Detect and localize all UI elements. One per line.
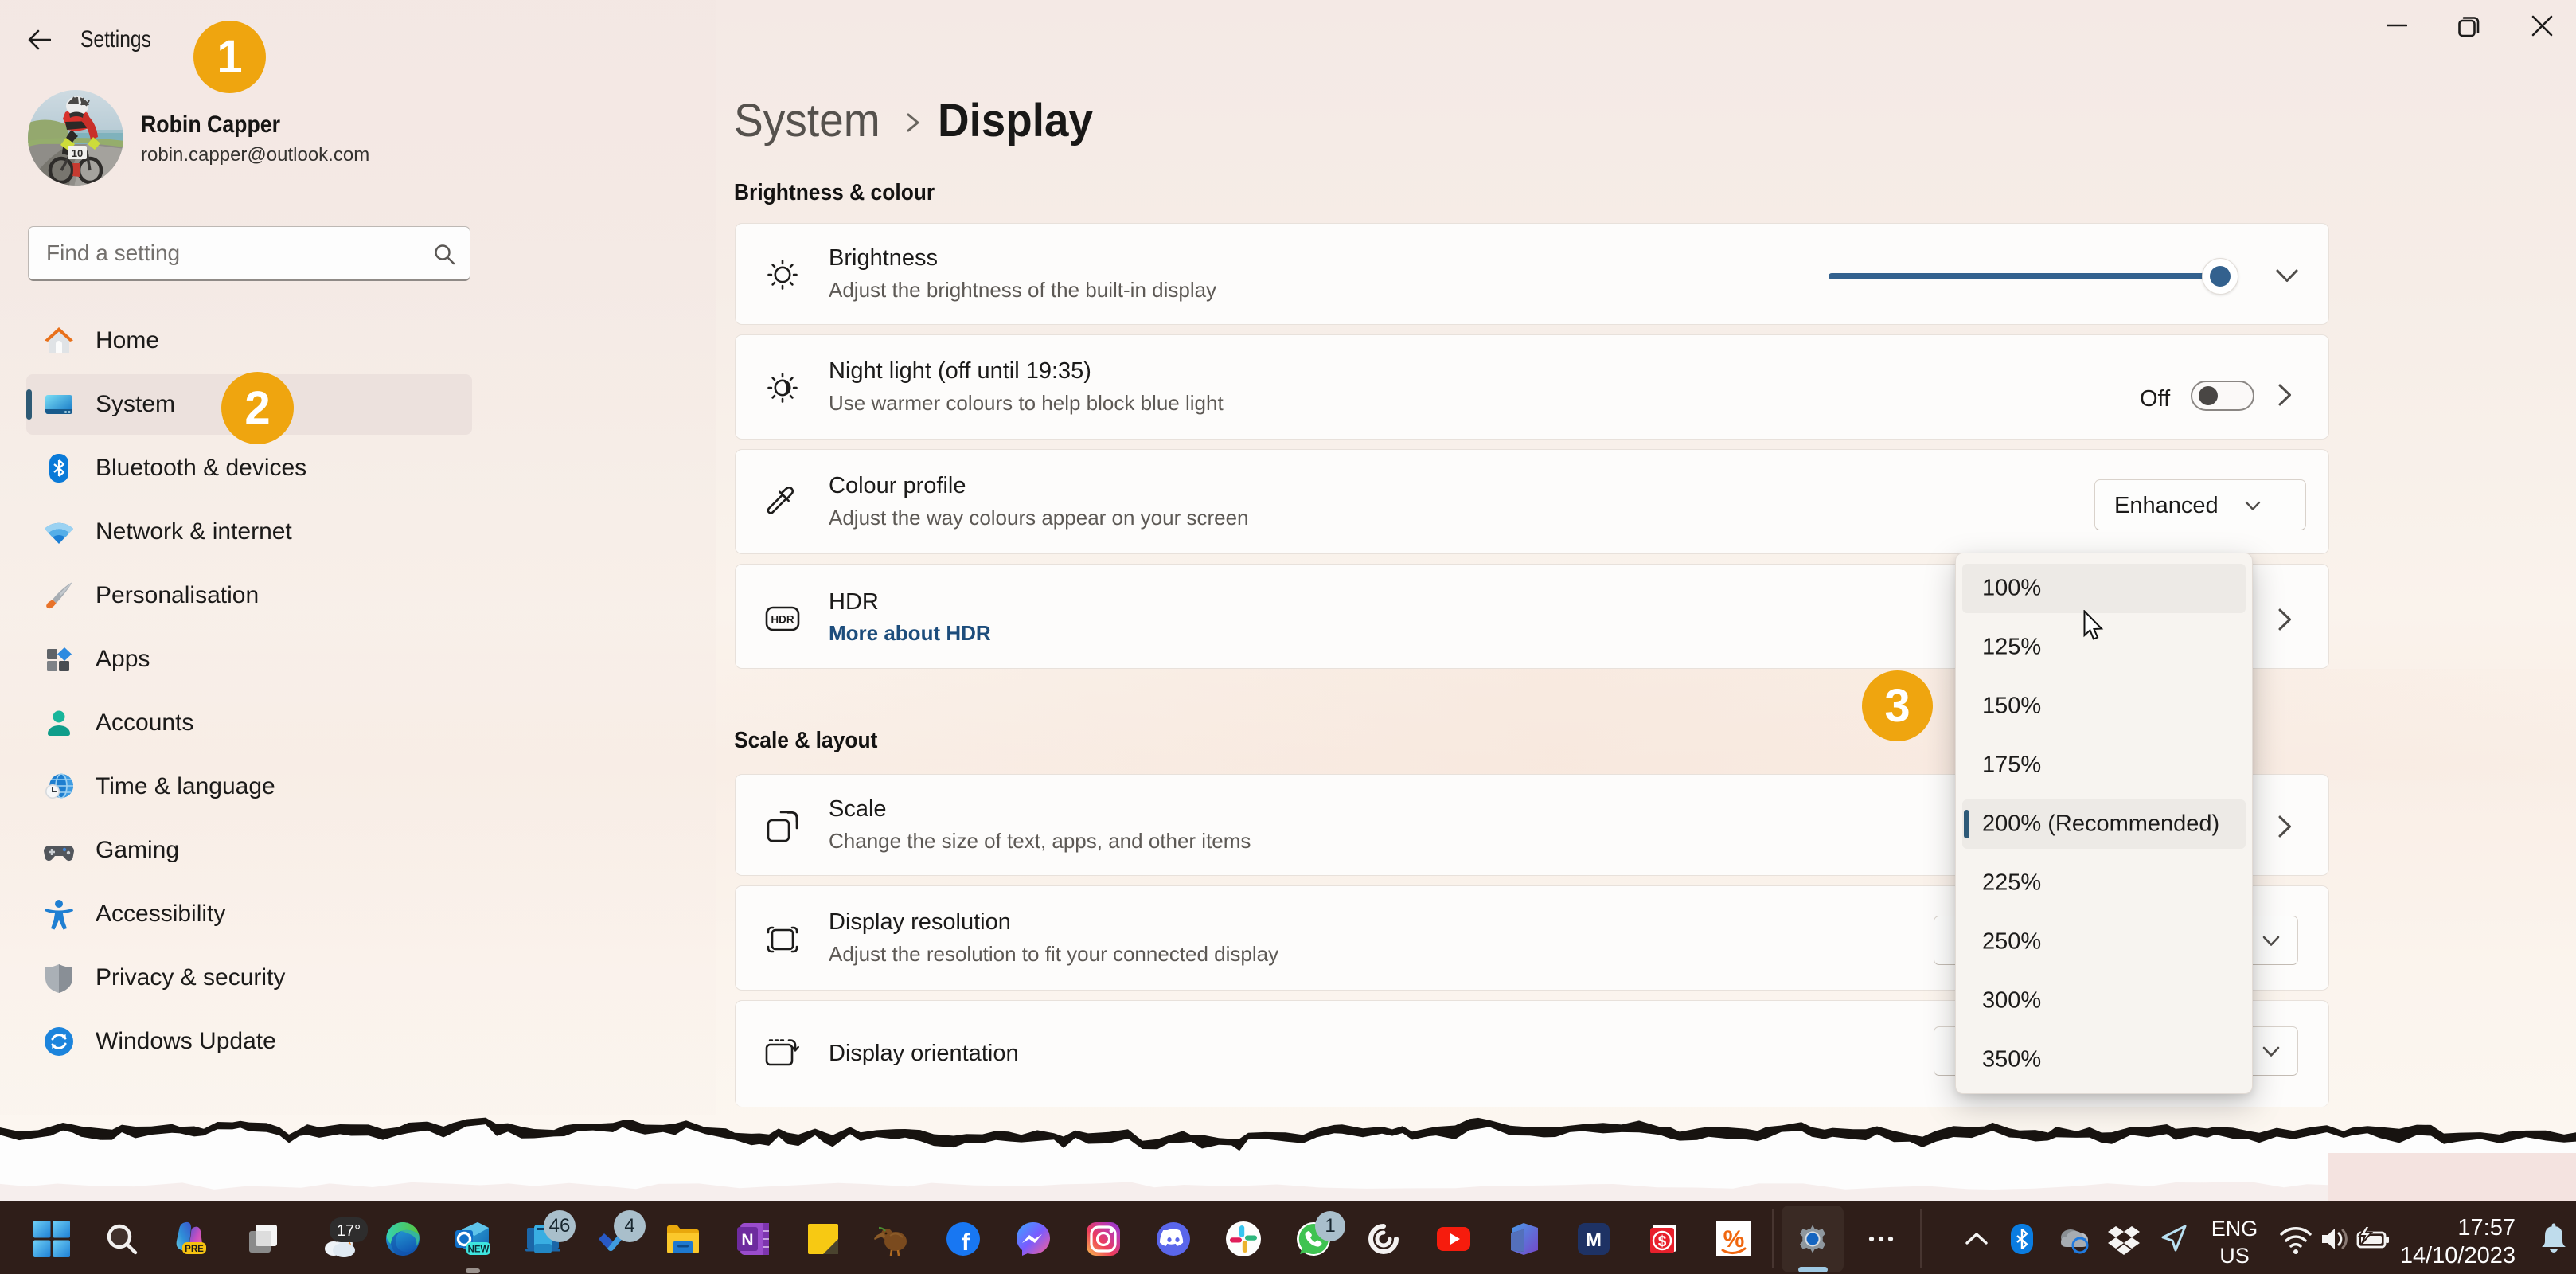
svg-text:NEW: NEW (468, 1245, 490, 1255)
svg-text:N: N (741, 1231, 753, 1249)
svg-text:HDR: HDR (771, 614, 794, 626)
svg-text:10: 10 (72, 147, 83, 159)
svg-text:$: $ (1658, 1233, 1667, 1250)
svg-text:%: % (1723, 1226, 1745, 1253)
svg-text:M: M (1586, 1229, 1602, 1251)
svg-text:f: f (962, 1229, 970, 1256)
svg-text:PRE: PRE (185, 1245, 204, 1254)
svg-text:17°: 17° (337, 1222, 361, 1240)
